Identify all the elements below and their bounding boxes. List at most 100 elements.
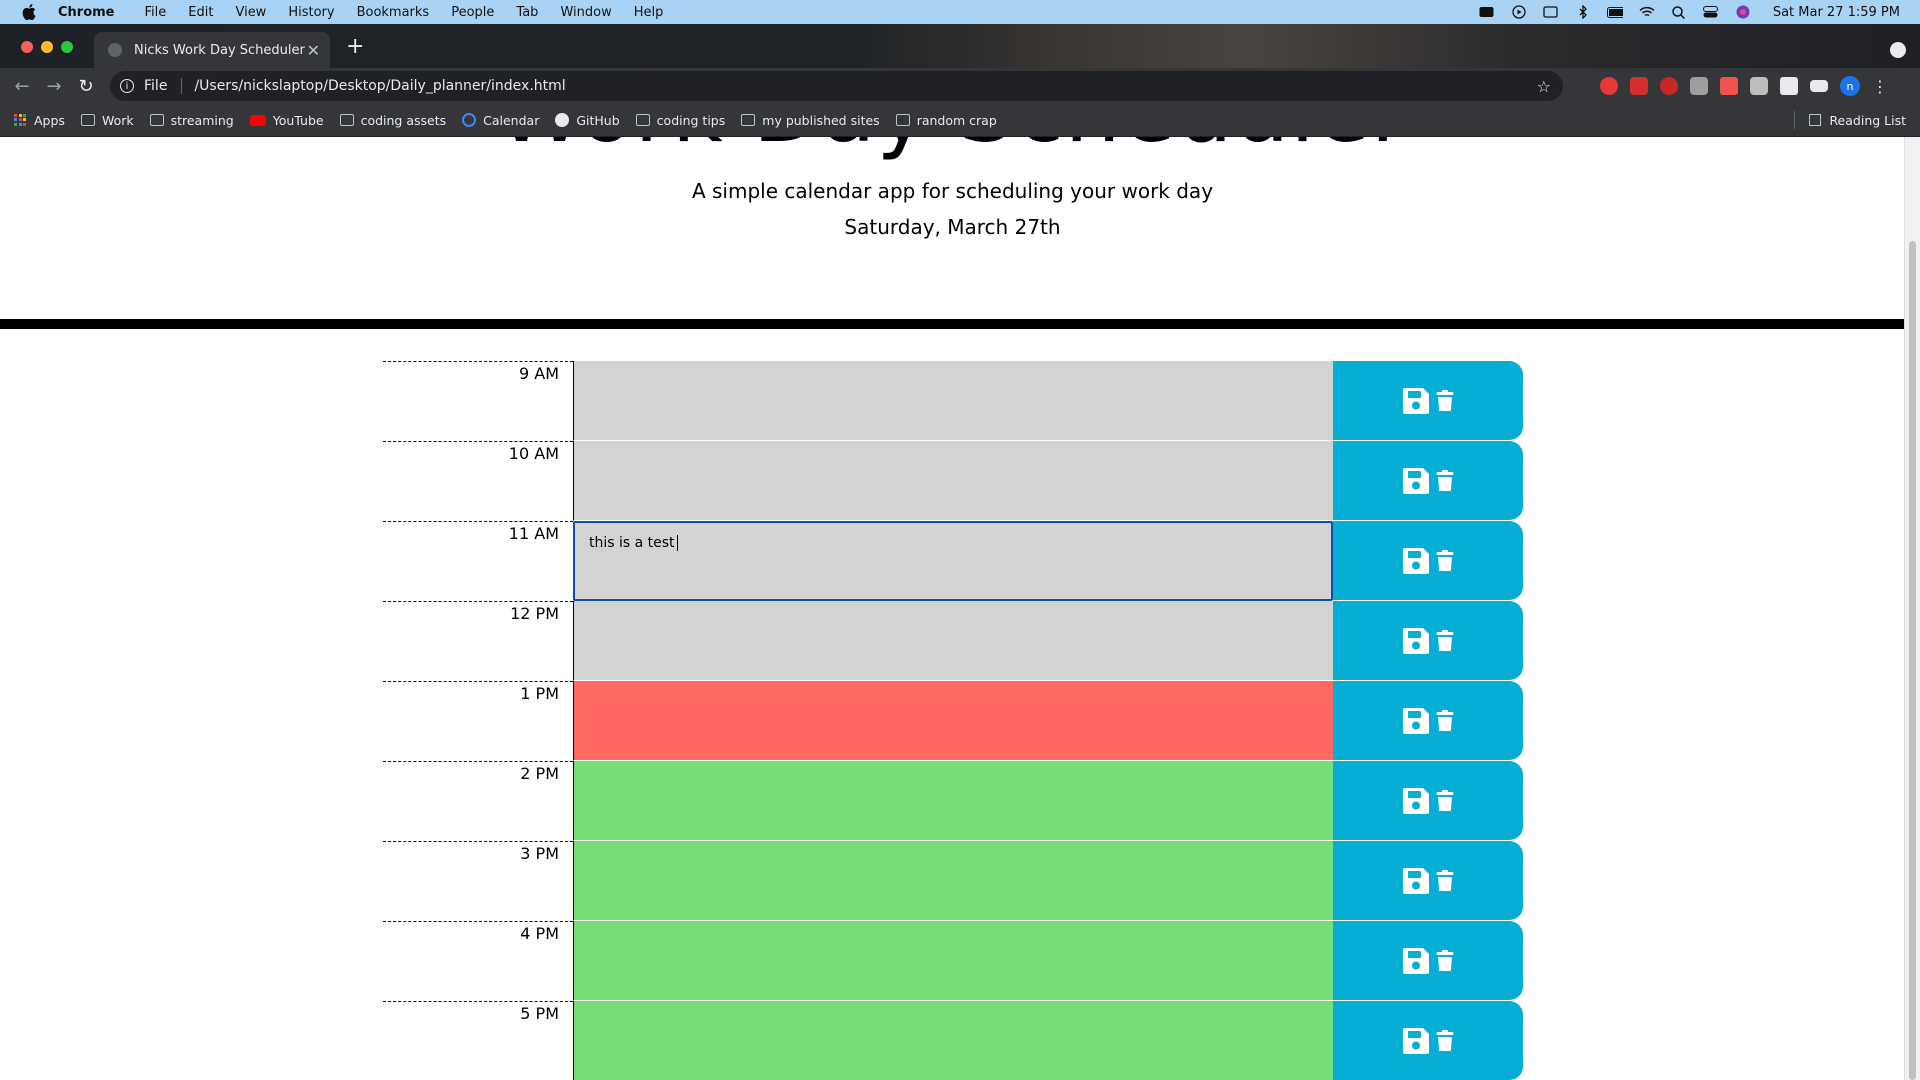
window-zoom-button[interactable] bbox=[61, 41, 73, 53]
trash-delete-icon[interactable] bbox=[1436, 709, 1454, 732]
save-button[interactable] bbox=[1333, 681, 1523, 761]
menu-tab[interactable]: Tab bbox=[516, 5, 538, 20]
event-description-textarea[interactable] bbox=[573, 441, 1333, 521]
siri-icon[interactable] bbox=[1735, 5, 1751, 19]
menu-edit[interactable]: Edit bbox=[188, 5, 213, 20]
bookmark-star-icon[interactable]: ☆ bbox=[1537, 77, 1551, 96]
save-button[interactable] bbox=[1333, 521, 1523, 601]
floppy-disk-save-icon[interactable] bbox=[1402, 467, 1430, 495]
menu-bookmarks[interactable]: Bookmarks bbox=[357, 5, 430, 20]
menu-history[interactable]: History bbox=[288, 5, 334, 20]
apple-logo-icon[interactable] bbox=[22, 4, 38, 20]
control-center-icon[interactable] bbox=[1703, 5, 1719, 19]
save-button[interactable] bbox=[1333, 441, 1523, 521]
profile-avatar[interactable]: n bbox=[1840, 76, 1860, 96]
event-description-textarea[interactable] bbox=[573, 601, 1333, 681]
bookmark-my-published-sites[interactable]: my published sites bbox=[741, 113, 880, 128]
battery-icon[interactable] bbox=[1606, 5, 1623, 19]
save-button[interactable] bbox=[1333, 921, 1523, 1001]
back-arrow-icon[interactable]: ← bbox=[8, 76, 36, 97]
window-minimize-button[interactable] bbox=[41, 41, 53, 53]
menu-view[interactable]: View bbox=[235, 5, 266, 20]
tab-search-icon[interactable] bbox=[1890, 42, 1906, 58]
save-button[interactable] bbox=[1333, 761, 1523, 841]
bookmark-apps[interactable]: Apps bbox=[14, 113, 65, 128]
forward-arrow-icon[interactable]: → bbox=[40, 76, 68, 97]
address-bar[interactable]: i File /Users/nickslaptop/Desktop/Daily_… bbox=[110, 71, 1563, 101]
floppy-disk-save-icon[interactable] bbox=[1402, 1027, 1430, 1055]
scrollbar-thumb[interactable] bbox=[1909, 241, 1916, 1080]
trash-delete-icon[interactable] bbox=[1436, 549, 1454, 572]
menu-help[interactable]: Help bbox=[634, 5, 664, 20]
event-description-textarea[interactable] bbox=[573, 361, 1333, 441]
menu-app-name[interactable]: Chrome bbox=[58, 5, 115, 20]
bluetooth-icon[interactable] bbox=[1575, 5, 1591, 19]
bookmark-streaming[interactable]: streaming bbox=[149, 113, 234, 128]
bookmark-youtube[interactable]: YouTube bbox=[249, 113, 324, 128]
floppy-disk-save-icon[interactable] bbox=[1402, 707, 1430, 735]
window-close-button[interactable] bbox=[21, 41, 33, 53]
event-description-textarea[interactable] bbox=[573, 761, 1333, 841]
url-text[interactable]: /Users/nickslaptop/Desktop/Daily_planner… bbox=[194, 78, 565, 94]
extension-camera-icon[interactable] bbox=[1750, 77, 1768, 95]
more-menu-icon[interactable]: ⋮ bbox=[1872, 77, 1888, 96]
new-tab-plus-icon[interactable]: + bbox=[346, 36, 364, 58]
bookmark-coding-tips[interactable]: coding tips bbox=[635, 112, 726, 128]
floppy-disk-save-icon[interactable] bbox=[1402, 627, 1430, 655]
save-button[interactable] bbox=[1333, 361, 1523, 441]
wifi-icon[interactable] bbox=[1639, 5, 1655, 19]
extensions-puzzle-icon[interactable] bbox=[1780, 77, 1798, 95]
floppy-disk-save-icon[interactable] bbox=[1402, 947, 1430, 975]
event-description-textarea[interactable] bbox=[573, 921, 1333, 1001]
floppy-disk-save-icon[interactable] bbox=[1402, 867, 1430, 895]
trash-delete-icon[interactable] bbox=[1436, 629, 1454, 652]
event-description-textarea[interactable] bbox=[573, 841, 1333, 921]
bookmark-label: coding tips bbox=[656, 112, 726, 128]
time-block-row: 12 PM bbox=[383, 601, 1523, 681]
menu-clock[interactable]: Sat Mar 27 1:59 PM bbox=[1773, 5, 1900, 20]
info-icon[interactable]: i bbox=[120, 79, 134, 93]
extension-gray-icon[interactable] bbox=[1690, 77, 1708, 95]
extension-stack-icon[interactable] bbox=[1660, 77, 1678, 95]
bookmark-github[interactable]: GitHub bbox=[555, 113, 620, 128]
screen-icon[interactable] bbox=[1543, 5, 1559, 19]
play-icon[interactable] bbox=[1511, 5, 1527, 19]
header-divider bbox=[0, 319, 1905, 329]
event-description-textarea[interactable] bbox=[573, 681, 1333, 761]
extension-red-icon[interactable] bbox=[1600, 77, 1618, 95]
menu-window[interactable]: Window bbox=[560, 5, 611, 20]
trash-delete-icon[interactable] bbox=[1436, 389, 1454, 412]
folder-icon bbox=[895, 114, 910, 126]
event-description-textarea[interactable] bbox=[573, 1001, 1333, 1080]
reading-list-button[interactable]: Reading List bbox=[1794, 111, 1906, 129]
trash-delete-icon[interactable] bbox=[1436, 469, 1454, 492]
event-description-textarea[interactable]: this is a test bbox=[573, 521, 1333, 601]
bookmark-calendar[interactable]: Calendar bbox=[462, 113, 539, 128]
browser-tab-strip: Nicks Work Day Scheduler ✕ + bbox=[0, 24, 1920, 68]
trash-delete-icon[interactable] bbox=[1436, 789, 1454, 812]
save-button[interactable] bbox=[1333, 601, 1523, 681]
media-queue-icon[interactable] bbox=[1810, 80, 1828, 92]
close-icon[interactable]: ✕ bbox=[307, 41, 320, 60]
floppy-disk-save-icon[interactable] bbox=[1402, 547, 1430, 575]
floppy-disk-save-icon[interactable] bbox=[1402, 387, 1430, 415]
extension-video-icon[interactable] bbox=[1720, 77, 1738, 95]
menu-file[interactable]: File bbox=[145, 5, 167, 20]
page-scrollbar[interactable] bbox=[1904, 137, 1920, 1080]
save-button[interactable] bbox=[1333, 1001, 1523, 1080]
spotlight-search-icon[interactable] bbox=[1671, 5, 1687, 19]
reading-list-label: Reading List bbox=[1829, 112, 1906, 128]
trash-delete-icon[interactable] bbox=[1436, 949, 1454, 972]
floppy-disk-save-icon[interactable] bbox=[1402, 787, 1430, 815]
reload-icon[interactable]: ↻ bbox=[72, 76, 100, 97]
bookmark-work[interactable]: Work bbox=[80, 113, 134, 128]
bookmark-random-crap[interactable]: random crap bbox=[895, 113, 997, 128]
menu-people[interactable]: People bbox=[451, 5, 494, 20]
bookmark-coding-assets[interactable]: coding assets bbox=[339, 113, 446, 128]
save-button[interactable] bbox=[1333, 841, 1523, 921]
trash-delete-icon[interactable] bbox=[1436, 869, 1454, 892]
browser-tab-active[interactable]: Nicks Work Day Scheduler ✕ bbox=[94, 32, 330, 68]
camera-status-icon[interactable] bbox=[1479, 5, 1495, 19]
extension-tp-icon[interactable] bbox=[1630, 77, 1648, 95]
trash-delete-icon[interactable] bbox=[1436, 1029, 1454, 1052]
